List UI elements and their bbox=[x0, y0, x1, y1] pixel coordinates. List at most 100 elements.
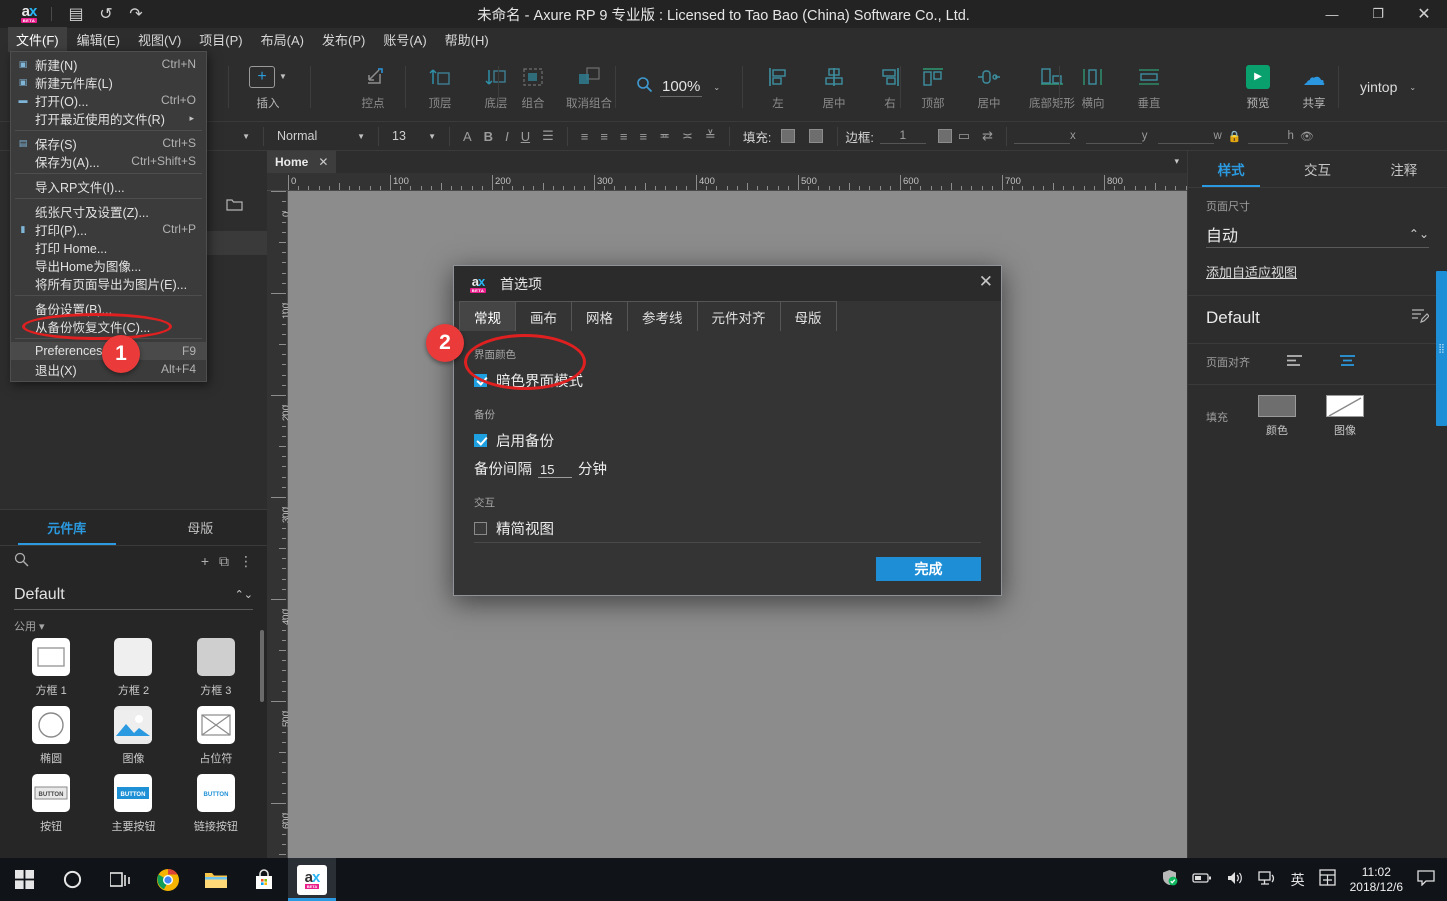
battery-icon[interactable] bbox=[1191, 871, 1212, 888]
enable-backup-checkbox[interactable] bbox=[474, 434, 487, 447]
start-button[interactable] bbox=[0, 858, 48, 901]
microsoft-store-icon[interactable] bbox=[240, 858, 288, 901]
border-width-input[interactable]: 1 bbox=[879, 128, 926, 144]
library-more-icon[interactable]: ⋮ bbox=[239, 553, 253, 570]
dark-mode-checkbox[interactable] bbox=[474, 374, 487, 387]
widget-placeholder[interactable]: 占位符 bbox=[175, 706, 257, 766]
insert-caret-icon[interactable]: ▼ bbox=[279, 72, 287, 81]
zoom-value[interactable]: 100% bbox=[660, 78, 703, 97]
notification-icon[interactable] bbox=[1417, 869, 1435, 890]
menu-publish[interactable]: 发布(P) bbox=[314, 27, 373, 53]
library-select[interactable]: Default ⌃⌄ bbox=[14, 580, 253, 610]
widget-button[interactable]: BUTTON 按钮 bbox=[10, 774, 92, 834]
align-middle-tool[interactable]: 居中 bbox=[961, 64, 1017, 111]
page-size-select[interactable]: 自动 ⌃⌄ bbox=[1206, 220, 1429, 248]
tab-widget-library[interactable]: 元件库 bbox=[0, 510, 134, 545]
widget-box-1[interactable]: 方框 1 bbox=[10, 638, 92, 698]
ime-panel-icon[interactable] bbox=[1318, 869, 1336, 890]
share-tool[interactable]: ☁ 共享 bbox=[1286, 64, 1342, 111]
file-menu-item[interactable]: 导出Home为图像... bbox=[11, 256, 206, 274]
preview-tool[interactable]: ▶ 预览 bbox=[1230, 64, 1286, 111]
add-folder-icon[interactable] bbox=[226, 197, 243, 214]
page-align-left-icon[interactable] bbox=[1286, 354, 1303, 370]
tab-notes[interactable]: 注释 bbox=[1361, 151, 1447, 187]
prefs-tab-snap[interactable]: 元件对齐 bbox=[696, 301, 781, 331]
file-menu-item[interactable]: 将所有页面导出为图片(E)... bbox=[11, 274, 206, 292]
task-view-icon[interactable] bbox=[96, 858, 144, 901]
valign-top-icon[interactable]: ≖ bbox=[653, 128, 676, 144]
distribute-vertical-tool[interactable]: 垂直 bbox=[1121, 64, 1177, 111]
fill-color-button[interactable]: 颜色 bbox=[1258, 395, 1296, 438]
border-color-swatch[interactable] bbox=[937, 129, 952, 143]
cortana-icon[interactable] bbox=[48, 858, 96, 901]
maximize-button[interactable]: ❐ bbox=[1355, 0, 1401, 28]
tab-masters[interactable]: 母版 bbox=[134, 510, 268, 545]
network-icon[interactable] bbox=[1257, 870, 1277, 890]
text-align-left-icon[interactable]: ≡ bbox=[575, 129, 595, 144]
file-menu-item[interactable]: 导入RP文件(I)... bbox=[11, 177, 206, 195]
bullet-list-icon[interactable]: ☰ bbox=[536, 128, 560, 144]
w-input[interactable] bbox=[1157, 128, 1214, 144]
border-style-icon[interactable]: ▭ bbox=[952, 128, 976, 144]
menu-layout[interactable]: 布局(A) bbox=[253, 27, 312, 53]
axure-taskbar-icon[interactable]: ax BETA bbox=[288, 858, 336, 901]
ime-icon[interactable]: 英 bbox=[1291, 870, 1305, 890]
font-color-icon[interactable]: A bbox=[457, 129, 478, 144]
save-icon[interactable]: ▤ bbox=[61, 0, 91, 28]
valign-middle-icon[interactable]: ≍ bbox=[676, 128, 699, 144]
menu-account[interactable]: 账号(A) bbox=[375, 27, 434, 53]
widget-ellipse[interactable]: 椭圆 bbox=[10, 706, 92, 766]
widget-box-2[interactable]: 方框 2 bbox=[92, 638, 174, 698]
italic-icon[interactable]: I bbox=[499, 129, 515, 144]
prefs-tab-masters[interactable]: 母版 bbox=[779, 301, 837, 331]
insert-tool[interactable]: + ▼ 插入 bbox=[240, 64, 296, 111]
group-tool[interactable]: 组合 bbox=[505, 64, 561, 111]
x-input[interactable] bbox=[1014, 128, 1070, 144]
simple-view-checkbox[interactable] bbox=[474, 522, 487, 535]
widget-link-button[interactable]: BUTTON 链接按钮 bbox=[175, 774, 257, 834]
bring-to-front-tool[interactable]: 顶层 bbox=[412, 64, 468, 111]
redo-icon[interactable]: ↷ bbox=[121, 0, 151, 28]
widget-primary-button[interactable]: BUTTON 主要按钮 bbox=[92, 774, 174, 834]
tab-style[interactable]: 样式 bbox=[1188, 151, 1274, 187]
enable-backup-checkbox-row[interactable]: 启用备份 bbox=[474, 430, 981, 451]
minimize-button[interactable]: — bbox=[1309, 0, 1355, 28]
tab-list-caret-icon[interactable]: ▾ bbox=[1174, 156, 1179, 167]
zoom-control[interactable]: 100% ⌄ bbox=[636, 76, 720, 98]
close-button[interactable]: ✕ bbox=[1401, 0, 1447, 28]
prefs-tab-canvas[interactable]: 画布 bbox=[515, 301, 572, 331]
align-top-tool[interactable]: 顶部 bbox=[905, 64, 961, 111]
page-tab-close-icon[interactable]: ✕ bbox=[318, 155, 328, 169]
inspector-scrollbar[interactable]: ⣿ bbox=[1436, 271, 1447, 426]
font-family-select[interactable]: ▼ bbox=[200, 126, 256, 146]
file-menu-item[interactable]: ▤ 保存(S) Ctrl+S bbox=[11, 134, 206, 152]
file-menu-item[interactable]: 打印 Home... bbox=[11, 238, 206, 256]
prefs-tab-guides[interactable]: 参考线 bbox=[627, 301, 698, 331]
file-explorer-icon[interactable] bbox=[192, 858, 240, 901]
file-menu-item[interactable]: ▮ 打印(P)... Ctrl+P bbox=[11, 220, 206, 238]
add-library-icon[interactable]: + bbox=[201, 553, 209, 569]
visibility-icon[interactable]: 👁 bbox=[1294, 130, 1320, 143]
add-adaptive-view-link[interactable]: 添加自适应视图 bbox=[1206, 262, 1429, 281]
text-align-center-icon[interactable]: ≡ bbox=[594, 129, 614, 144]
fill-opacity-swatch[interactable] bbox=[809, 129, 824, 143]
done-button[interactable]: 完成 bbox=[876, 557, 981, 581]
prefs-tab-grid[interactable]: 网格 bbox=[571, 301, 628, 331]
menu-help[interactable]: 帮助(H) bbox=[437, 27, 497, 53]
backup-interval-input[interactable]: 15 bbox=[538, 462, 572, 478]
handle-tool[interactable]: 控点 bbox=[345, 64, 401, 111]
file-menu-item[interactable]: 备份设置(B)... bbox=[11, 299, 206, 317]
tab-interaction[interactable]: 交互 bbox=[1274, 151, 1360, 187]
library-group-header[interactable]: 公用 ▾ bbox=[0, 610, 267, 638]
page-tab-home[interactable]: Home ✕ bbox=[267, 151, 337, 173]
y-input[interactable] bbox=[1085, 128, 1142, 144]
h-input[interactable] bbox=[1247, 128, 1288, 144]
arrow-style-icon[interactable]: ⇄ bbox=[976, 128, 999, 144]
edit-style-icon[interactable] bbox=[1411, 306, 1430, 329]
menu-view[interactable]: 视图(V) bbox=[130, 27, 189, 53]
page-align-center-icon[interactable] bbox=[1339, 354, 1356, 370]
menu-file[interactable]: 文件(F) bbox=[8, 27, 67, 53]
zoom-caret-icon[interactable]: ⌄ bbox=[713, 83, 720, 92]
file-menu-item[interactable]: 纸张尺寸及设置(Z)... bbox=[11, 202, 206, 220]
preferences-close-icon[interactable]: ✕ bbox=[979, 272, 993, 292]
